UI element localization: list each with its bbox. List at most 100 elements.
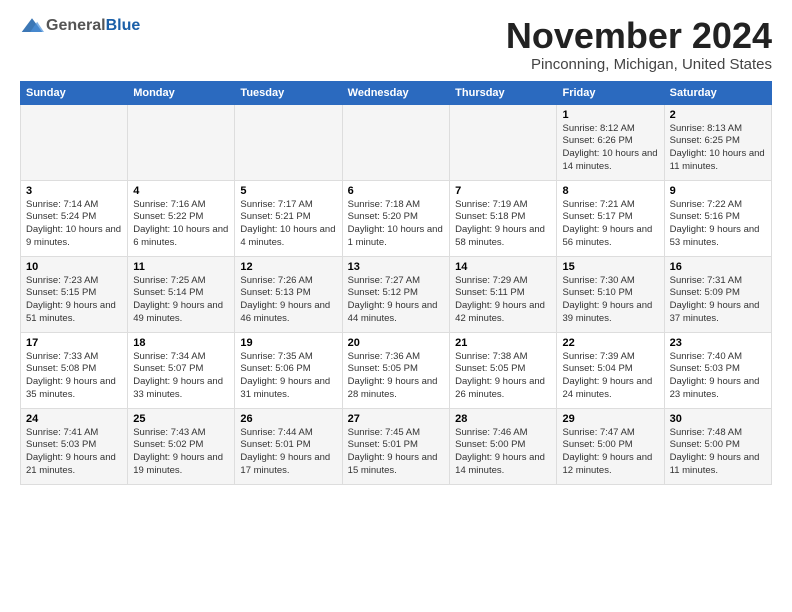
table-row: [450, 104, 557, 180]
table-row: 22 Sunrise: 7:39 AM Sunset: 5:04 PM Dayli…: [557, 332, 664, 408]
day-number: 9: [670, 185, 766, 197]
day-number: 26: [240, 413, 336, 425]
day-info: Sunrise: 7:18 AM Sunset: 5:20 PM Dayligh…: [348, 199, 444, 250]
calendar-body: 1 Sunrise: 8:12 AM Sunset: 6:26 PM Daylig…: [21, 104, 772, 484]
day-info: Sunrise: 7:44 AM Sunset: 5:01 PM Dayligh…: [240, 427, 336, 478]
table-row: 10Sunrise: 7:23 AM Sunset: 5:15 PM Dayli…: [21, 256, 128, 332]
day-info: Sunrise: 7:48 AM Sunset: 5:00 PM Dayligh…: [670, 427, 766, 478]
day-number: 5: [240, 185, 336, 197]
day-number: 1: [562, 109, 658, 121]
table-row: 13 Sunrise: 7:27 AM Sunset: 5:12 PM Dayli…: [342, 256, 449, 332]
calendar: Sunday Monday Tuesday Wednesday Thursday…: [20, 81, 772, 485]
day-info: Sunrise: 8:12 AM Sunset: 6:26 PM Dayligh…: [562, 123, 658, 174]
day-number: 12: [240, 261, 336, 273]
table-row: [342, 104, 449, 180]
day-number: 15: [562, 261, 658, 273]
location: Pinconning, Michigan, United States: [506, 56, 772, 73]
day-info: Sunrise: 7:22 AM Sunset: 5:16 PM Dayligh…: [670, 199, 766, 250]
col-monday: Monday: [128, 81, 235, 104]
day-info: Sunrise: 8:13 AM Sunset: 6:25 PM Dayligh…: [670, 123, 766, 174]
col-sunday: Sunday: [21, 81, 128, 104]
day-number: 14: [455, 261, 551, 273]
table-row: 8 Sunrise: 7:21 AM Sunset: 5:17 PM Daylig…: [557, 180, 664, 256]
day-info: Sunrise: 7:23 AM Sunset: 5:15 PM Dayligh…: [26, 275, 122, 326]
day-number: 3: [26, 185, 122, 197]
day-info: Sunrise: 7:27 AM Sunset: 5:12 PM Dayligh…: [348, 275, 444, 326]
table-row: 11Sunrise: 7:25 AM Sunset: 5:14 PM Dayli…: [128, 256, 235, 332]
table-row: 28 Sunrise: 7:46 AM Sunset: 5:00 PM Dayli…: [450, 408, 557, 484]
table-row: 14Sunrise: 7:29 AM Sunset: 5:11 PM Dayli…: [450, 256, 557, 332]
header: GeneralBlue November 2024 Pinconning, Mi…: [20, 16, 772, 73]
day-number: 6: [348, 185, 444, 197]
day-number: 13: [348, 261, 444, 273]
day-number: 11: [133, 261, 229, 273]
col-wednesday: Wednesday: [342, 81, 449, 104]
day-info: Sunrise: 7:47 AM Sunset: 5:00 PM Dayligh…: [562, 427, 658, 478]
day-number: 17: [26, 337, 122, 349]
day-number: 28: [455, 413, 551, 425]
day-number: 19: [240, 337, 336, 349]
day-info: Sunrise: 7:35 AM Sunset: 5:06 PM Dayligh…: [240, 351, 336, 402]
table-row: 23Sunrise: 7:40 AM Sunset: 5:03 PM Dayli…: [664, 332, 771, 408]
table-row: [235, 104, 342, 180]
day-number: 8: [562, 185, 658, 197]
table-row: 9 Sunrise: 7:22 AM Sunset: 5:16 PM Daylig…: [664, 180, 771, 256]
day-info: Sunrise: 7:46 AM Sunset: 5:00 PM Dayligh…: [455, 427, 551, 478]
day-info: Sunrise: 7:34 AM Sunset: 5:07 PM Dayligh…: [133, 351, 229, 402]
table-row: 27 Sunrise: 7:45 AM Sunset: 5:01 PM Dayli…: [342, 408, 449, 484]
day-info: Sunrise: 7:38 AM Sunset: 5:05 PM Dayligh…: [455, 351, 551, 402]
col-saturday: Saturday: [664, 81, 771, 104]
col-tuesday: Tuesday: [235, 81, 342, 104]
calendar-week-2: 3 Sunrise: 7:14 AM Sunset: 5:24 PM Daylig…: [21, 180, 772, 256]
logo-general-text: General: [46, 17, 106, 35]
day-number: 22: [562, 337, 658, 349]
day-info: Sunrise: 7:17 AM Sunset: 5:21 PM Dayligh…: [240, 199, 336, 250]
day-number: 21: [455, 337, 551, 349]
day-info: Sunrise: 7:39 AM Sunset: 5:04 PM Dayligh…: [562, 351, 658, 402]
calendar-header-row: Sunday Monday Tuesday Wednesday Thursday…: [21, 81, 772, 104]
day-info: Sunrise: 7:33 AM Sunset: 5:08 PM Dayligh…: [26, 351, 122, 402]
day-number: 23: [670, 337, 766, 349]
table-row: 5 Sunrise: 7:17 AM Sunset: 5:21 PM Daylig…: [235, 180, 342, 256]
day-number: 7: [455, 185, 551, 197]
table-row: 18Sunrise: 7:34 AM Sunset: 5:07 PM Dayli…: [128, 332, 235, 408]
table-row: 29Sunrise: 7:47 AM Sunset: 5:00 PM Dayli…: [557, 408, 664, 484]
table-row: 4Sunrise: 7:16 AM Sunset: 5:22 PM Daylig…: [128, 180, 235, 256]
table-row: 30 Sunrise: 7:48 AM Sunset: 5:00 PM Dayli…: [664, 408, 771, 484]
day-info: Sunrise: 7:41 AM Sunset: 5:03 PM Dayligh…: [26, 427, 122, 478]
day-number: 24: [26, 413, 122, 425]
day-info: Sunrise: 7:14 AM Sunset: 5:24 PM Dayligh…: [26, 199, 122, 250]
page: GeneralBlue November 2024 Pinconning, Mi…: [0, 0, 792, 495]
table-row: 1 Sunrise: 8:12 AM Sunset: 6:26 PM Daylig…: [557, 104, 664, 180]
day-info: Sunrise: 7:19 AM Sunset: 5:18 PM Dayligh…: [455, 199, 551, 250]
day-info: Sunrise: 7:43 AM Sunset: 5:02 PM Dayligh…: [133, 427, 229, 478]
table-row: 3 Sunrise: 7:14 AM Sunset: 5:24 PM Daylig…: [21, 180, 128, 256]
table-row: 26 Sunrise: 7:44 AM Sunset: 5:01 PM Dayli…: [235, 408, 342, 484]
logo-text: GeneralBlue: [20, 16, 140, 36]
day-info: Sunrise: 7:16 AM Sunset: 5:22 PM Dayligh…: [133, 199, 229, 250]
day-info: Sunrise: 7:21 AM Sunset: 5:17 PM Dayligh…: [562, 199, 658, 250]
day-info: Sunrise: 7:30 AM Sunset: 5:10 PM Dayligh…: [562, 275, 658, 326]
title-area: November 2024 Pinconning, Michigan, Unit…: [506, 16, 772, 73]
col-friday: Friday: [557, 81, 664, 104]
table-row: 21 Sunrise: 7:38 AM Sunset: 5:05 PM Dayli…: [450, 332, 557, 408]
table-row: 2 Sunrise: 8:13 AM Sunset: 6:25 PM Daylig…: [664, 104, 771, 180]
day-number: 20: [348, 337, 444, 349]
table-row: 16Sunrise: 7:31 AM Sunset: 5:09 PM Dayli…: [664, 256, 771, 332]
day-info: Sunrise: 7:26 AM Sunset: 5:13 PM Dayligh…: [240, 275, 336, 326]
table-row: 12 Sunrise: 7:26 AM Sunset: 5:13 PM Dayli…: [235, 256, 342, 332]
day-number: 27: [348, 413, 444, 425]
col-thursday: Thursday: [450, 81, 557, 104]
table-row: 17 Sunrise: 7:33 AM Sunset: 5:08 PM Dayli…: [21, 332, 128, 408]
day-number: 16: [670, 261, 766, 273]
logo-icon: [20, 16, 44, 36]
day-number: 2: [670, 109, 766, 121]
month-title: November 2024: [506, 16, 772, 56]
calendar-week-4: 17 Sunrise: 7:33 AM Sunset: 5:08 PM Dayli…: [21, 332, 772, 408]
logo: GeneralBlue: [20, 16, 140, 36]
calendar-week-1: 1 Sunrise: 8:12 AM Sunset: 6:26 PM Daylig…: [21, 104, 772, 180]
day-info: Sunrise: 7:45 AM Sunset: 5:01 PM Dayligh…: [348, 427, 444, 478]
table-row: [21, 104, 128, 180]
calendar-week-5: 24 Sunrise: 7:41 AM Sunset: 5:03 PM Dayli…: [21, 408, 772, 484]
day-number: 30: [670, 413, 766, 425]
